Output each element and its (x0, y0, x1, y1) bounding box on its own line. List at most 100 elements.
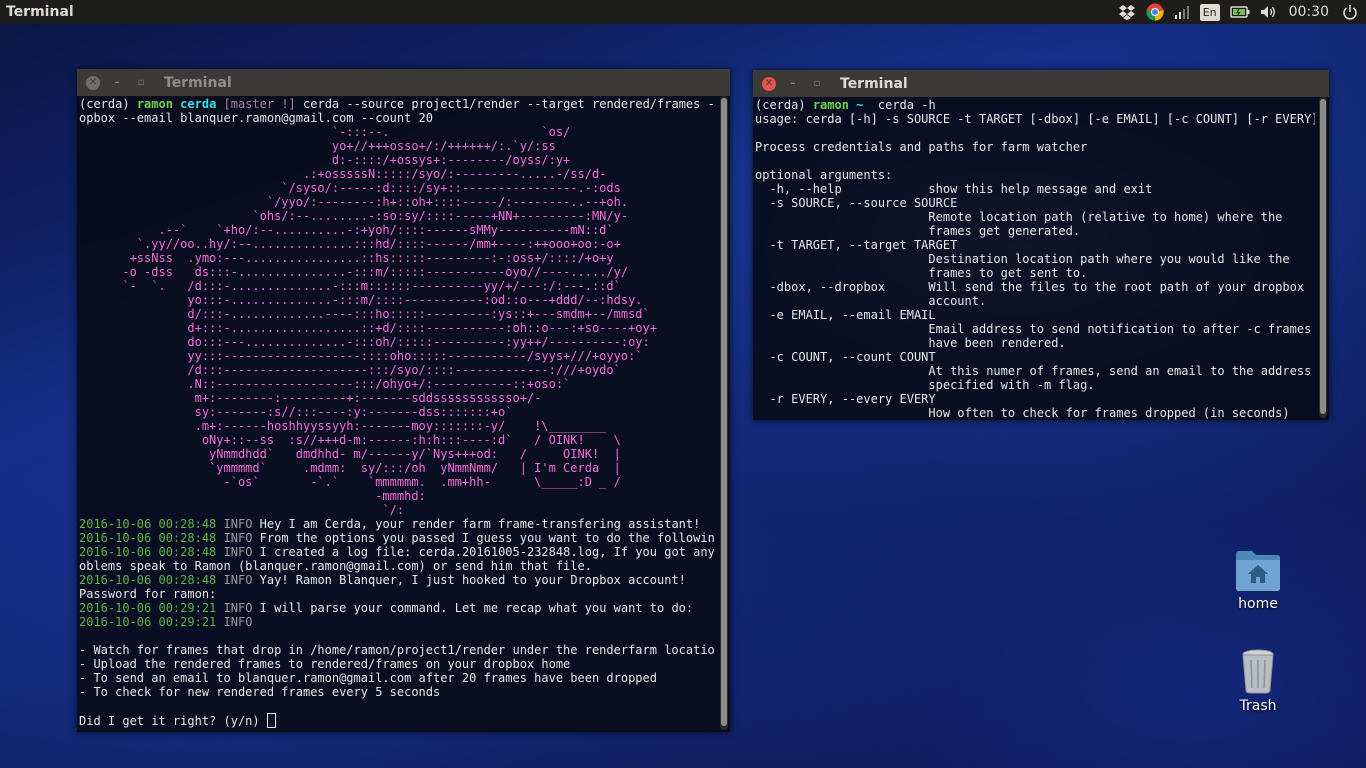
command-text: cerda --source project1/render --target … (303, 97, 715, 111)
ascii-art-line: .:+osssssN:::::/syo/:---------.....-/ss/… (79, 167, 607, 181)
trash-label: Trash (1239, 698, 1277, 714)
scrollbar-thumb[interactable] (721, 98, 727, 726)
command-text: cerda -h (870, 98, 936, 112)
scrollbar[interactable] (1319, 97, 1327, 418)
prompt-user: ramon (136, 97, 173, 111)
log-level: INFO (223, 531, 253, 545)
ascii-art-pig: `-:::--. `os/ yo+//+++osso+/:/++++++/:.`… (79, 125, 657, 517)
help-line: optional arguments: (755, 168, 893, 182)
log-level: INFO (223, 517, 253, 531)
ascii-art-line: `/yyo/:--------:h+::oh+::::-----/:------… (79, 195, 629, 209)
help-line: Remote location path (relative to home) … (755, 210, 1283, 224)
help-line: usage: cerda [-h] -s SOURCE -t TARGET [-… (755, 112, 1315, 126)
log-timestamp: 2016-10-06 00:28:48 (79, 517, 217, 531)
ascii-art-line: `ymmmmd` .mdmm: sy/:::/oh yNmmNmm/ | I'm… (79, 461, 621, 475)
ascii-art-line: d/:::-.............----:::ho:::::-------… (79, 307, 650, 321)
keyboard-icon[interactable]: En (1199, 0, 1220, 24)
ascii-art-line: `ohs/:--........-:so:sy/::::-----+NN+---… (79, 209, 629, 223)
ascii-art-line: `-:::--. `os/ (79, 125, 571, 139)
log-timestamp: 2016-10-06 00:28:48 (79, 531, 217, 545)
help-line: -e EMAIL, --email EMAIL (755, 308, 936, 322)
log-message: I will parse your command. Let me recap … (259, 601, 694, 615)
home-folder-icon (1236, 551, 1280, 591)
log-message: Hey I am Cerda, your render farm frame-t… (259, 517, 701, 531)
prompt-dir: ~ (856, 98, 864, 112)
terminal-window-right[interactable]: ✕ – ▫ Terminal (cerda) ramon ~ cerda -h … (753, 70, 1329, 420)
keyboard-layout-label: En (1199, 3, 1220, 21)
help-line: -dbox, --dropbox Will send the files to … (755, 280, 1305, 294)
help-line: -c COUNT, --count COUNT (755, 350, 936, 364)
log-timestamp: 2016-10-06 00:28:48 (79, 573, 217, 587)
help-line: -s SOURCE, --source SOURCE (755, 196, 958, 210)
chrome-icon[interactable] (1146, 0, 1164, 24)
help-line: have been rendered. (755, 336, 1066, 350)
help-line: Destination location path where you woul… (755, 252, 1290, 266)
desktop-icon-home[interactable]: home (1218, 548, 1298, 612)
titlebar[interactable]: ✕ – ▫ Terminal (753, 70, 1329, 97)
help-line: Process credentials and paths for farm w… (755, 140, 1088, 154)
terminal-output[interactable]: (cerda) ramon cerda [master !] cerda --s… (77, 96, 715, 730)
minimize-icon[interactable]: – (786, 77, 800, 91)
prompt-dir: cerda (180, 97, 217, 111)
system-tray: En 00:30 (1113, 0, 1366, 24)
ascii-art-line: .m+:------hoshhyyssyyh:-------moy:::::::… (79, 419, 607, 433)
ascii-art-line: `/: (79, 503, 405, 517)
log-message-wrap: oblems speak to Ramon (blanquer.ramon@gm… (79, 559, 592, 573)
help-line: account. (755, 294, 987, 308)
close-icon[interactable]: ✕ (86, 75, 100, 90)
ascii-art-line: +ssNss .ymo:---................::hs:::::… (79, 251, 614, 265)
ascii-art-line: yo+//+++osso+/:/++++++/:.`y/:ss (79, 139, 556, 153)
top-panel: Terminal En 00:30 (0, 0, 1366, 24)
help-output: usage: cerda [-h] -s SOURCE -t TARGET [-… (755, 112, 1315, 420)
help-line: -r EVERY, --every EVERY (755, 392, 936, 406)
ascii-art-line: .N::-------------------:::/ohyo+/:------… (79, 377, 571, 391)
log-level: INFO (223, 545, 253, 559)
ascii-art-line: yo:::-..............-:::m/::::----------… (79, 293, 643, 307)
scrollbar-thumb[interactable] (1320, 99, 1326, 414)
log-level: INFO (223, 601, 253, 615)
battery-icon[interactable] (1229, 0, 1250, 24)
log-message: Yay! Ramon Blanquer, I just hooked to yo… (259, 573, 686, 587)
maximize-icon[interactable]: ▫ (810, 77, 824, 91)
maximize-icon[interactable]: ▫ (134, 76, 148, 90)
desktop-icon-trash[interactable]: Trash (1218, 648, 1298, 714)
help-line: frames to get sent to. (755, 266, 1088, 280)
ascii-art-line: yNmmdhdd` dmdhhd- m/------y/`Nys+++od: /… (79, 447, 621, 461)
ascii-art-line: oNy+::--ss :s//+++d-m:------:h:h:::----:… (79, 433, 621, 447)
prompt-venv: (cerda) (79, 97, 130, 111)
help-line: frames get generated. (755, 224, 1081, 238)
password-prompt: Password for ramon: (79, 587, 217, 601)
prompt-user: ramon (812, 98, 849, 112)
prompt-branch: [master !] (223, 97, 296, 111)
terminal-window-left[interactable]: ✕ – ▫ Terminal (cerda) ramon cerda [mast… (77, 69, 730, 732)
home-label: home (1238, 596, 1278, 612)
ascii-art-line: m+:--------:---------+:-------sddsssssss… (79, 391, 542, 405)
network-signal-icon[interactable] (1174, 0, 1190, 24)
help-line: Email address to send notification to af… (755, 322, 1312, 336)
ascii-art-line: yy:::-------------------::::oho:::::----… (79, 349, 643, 363)
help-line: At this numer of frames, send an email t… (755, 364, 1312, 378)
clock[interactable]: 00:30 (1289, 0, 1329, 24)
scrollbar[interactable] (720, 96, 728, 730)
ascii-art-line: d:-::::/+ossys+:--------/oyss/:y+ (79, 153, 571, 167)
text-cursor[interactable] (266, 713, 276, 728)
titlebar[interactable]: ✕ – ▫ Terminal (77, 69, 730, 96)
ascii-art-line: -`os` -`.` `mmmmmm. .mm+hh- \_____:D _ / (79, 475, 621, 489)
terminal-output[interactable]: (cerda) ramon ~ cerda -h usage: cerda [-… (753, 97, 1315, 420)
ascii-art-line: `/syso/:-----:d::::/sy+::---------------… (79, 181, 621, 195)
help-line: specified with -m flag. (755, 378, 1095, 392)
minimize-icon[interactable]: – (110, 76, 124, 90)
log-message: I created a log file: cerda.20161005-232… (259, 545, 715, 559)
window-title: Terminal (164, 74, 232, 91)
close-icon[interactable]: ✕ (762, 76, 776, 91)
log-timestamp: 2016-10-06 00:29:21 (79, 601, 217, 615)
help-line: -h, --help show this help message and ex… (755, 182, 1153, 196)
dropbox-icon[interactable] (1118, 0, 1136, 24)
log-block: 2016-10-06 00:28:48 INFO Hey I am Cerda,… (79, 517, 715, 728)
active-app-title: Terminal (6, 4, 74, 20)
ascii-art-line: -o -dss ds:::-...............-:::m/:::::… (79, 265, 629, 279)
volume-icon[interactable] (1260, 0, 1278, 24)
prompt-venv: (cerda) (755, 98, 806, 112)
window-title: Terminal (840, 75, 908, 92)
power-icon[interactable] (1342, 0, 1358, 24)
